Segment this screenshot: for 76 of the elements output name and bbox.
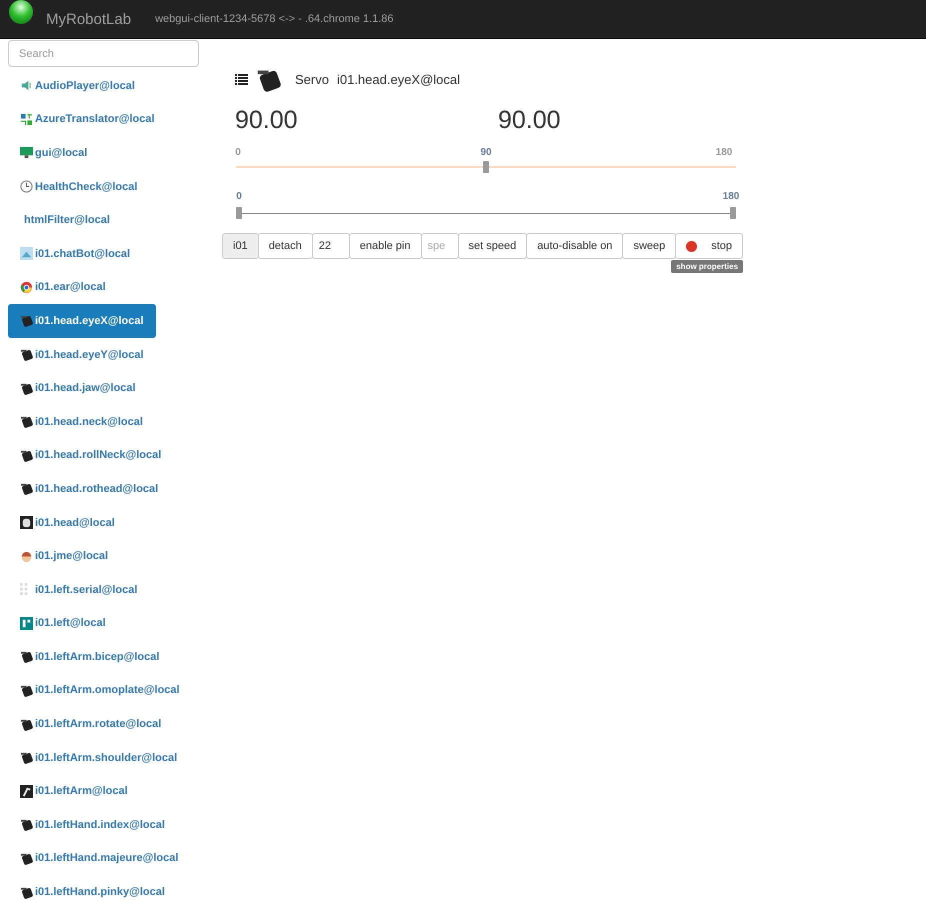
service-item[interactable]: i01.head.eyeX@local [8, 304, 156, 338]
search-field[interactable]: Search [8, 40, 199, 67]
servo-icon [20, 415, 33, 428]
service-item[interactable]: i01.leftHand.pinky@local [8, 875, 177, 909]
service-item[interactable]: AudioPlayer@local [8, 69, 147, 103]
servo-icon [20, 348, 33, 362]
servo-icon [20, 482, 33, 496]
slider-thumb[interactable] [236, 207, 242, 219]
clock-icon [20, 180, 33, 194]
browser-icon [20, 280, 33, 294]
monitor-icon [20, 146, 33, 160]
service-item[interactable]: i01.ear@local [8, 270, 118, 304]
action-button[interactable]: auto-disable on [526, 233, 624, 259]
servo-icon [20, 718, 33, 731]
brand-link[interactable]: MyRobotLab [46, 10, 132, 28]
service-item[interactable]: i01.jme@local [8, 539, 120, 573]
name-addon: i01 [222, 233, 259, 259]
service-item[interactable]: i01.leftArm@local [8, 774, 140, 808]
robot-head-icon [20, 516, 33, 530]
position-reading: 90.00 [498, 106, 561, 135]
servo-icon [20, 886, 33, 899]
servo-icon [20, 684, 33, 697]
service-item[interactable]: i01.leftHand.index@local [8, 808, 177, 842]
status-icon [9, 0, 33, 24]
service-item[interactable]: i01.leftArm.rotate@local [8, 707, 174, 741]
service-item[interactable]: i01.leftHand.majeure@local [8, 842, 190, 876]
value-label: 90 [480, 147, 492, 158]
slider-thumb[interactable] [730, 207, 736, 219]
service-item[interactable]: i01.chatBot@local [8, 236, 142, 271]
service-item[interactable]: i01.head.rothead@local [8, 472, 170, 506]
servo-icon [20, 751, 33, 764]
service-item[interactable]: i01.head@local [8, 506, 127, 540]
service-item[interactable]: i01.head.jaw@local [8, 371, 148, 405]
service-name: i01.head.eyeX@local [336, 72, 460, 87]
chatbot-icon [20, 247, 33, 260]
service-item[interactable]: gui@local [8, 136, 100, 170]
service-item[interactable]: HealthCheck@local [8, 170, 150, 204]
service-item[interactable]: i01.left@local [8, 606, 118, 640]
servo-icon [20, 314, 33, 328]
service-type: Servo [295, 72, 329, 87]
action-button[interactable]: sweep [622, 233, 676, 259]
service-item[interactable]: i01.head.rollNeck@local [8, 438, 174, 472]
action-button[interactable]: set speed [458, 233, 528, 259]
action-button[interactable]: detach [258, 233, 313, 259]
properties-badge[interactable]: show properties [671, 260, 744, 273]
service-item[interactable]: AzureTranslator@local [8, 102, 167, 136]
connection-text: webgui-client-1234-5678 <-> - .64.chrome 1.1.86 [155, 13, 394, 25]
limit-label: 0 [236, 191, 242, 202]
service-item[interactable]: i01.head.eyeY@local [8, 338, 156, 372]
character-icon [20, 550, 33, 563]
list-icon[interactable] [235, 74, 248, 85]
max-label: 180 [716, 147, 732, 158]
servo-icon [20, 448, 33, 462]
stop-icon [686, 240, 698, 252]
service-item[interactable]: htmlFilter@local [8, 203, 122, 237]
input-field[interactable]: spe [420, 233, 458, 259]
action-button[interactable]: enable pin [348, 233, 422, 259]
servo-icon [20, 852, 33, 865]
translate-icon [20, 112, 33, 126]
service-item[interactable]: i01.leftArm.shoulder@local [8, 740, 190, 774]
service-item[interactable]: i01.leftArm.bicep@local [8, 640, 172, 674]
service-item[interactable]: i01.leftArm.omoplate@local [8, 674, 192, 708]
servo-icon [20, 818, 33, 832]
servo-icon [20, 382, 33, 395]
circuit-board-icon [20, 616, 33, 630]
limit-label: 180 [722, 191, 740, 202]
input-field[interactable]: 22 [312, 233, 350, 259]
robot-arm-icon [20, 784, 33, 798]
stop-button[interactable]: stop [675, 233, 744, 259]
servo-icon [20, 650, 33, 664]
position-reading: 90.00 [235, 106, 299, 135]
service-item[interactable]: i01.head.neck@local [8, 404, 155, 439]
service-item[interactable]: i01.left.serial@local [8, 572, 150, 606]
speaker-icon [20, 79, 33, 92]
min-label: 0 [235, 147, 241, 158]
slider-thumb[interactable] [483, 161, 489, 173]
